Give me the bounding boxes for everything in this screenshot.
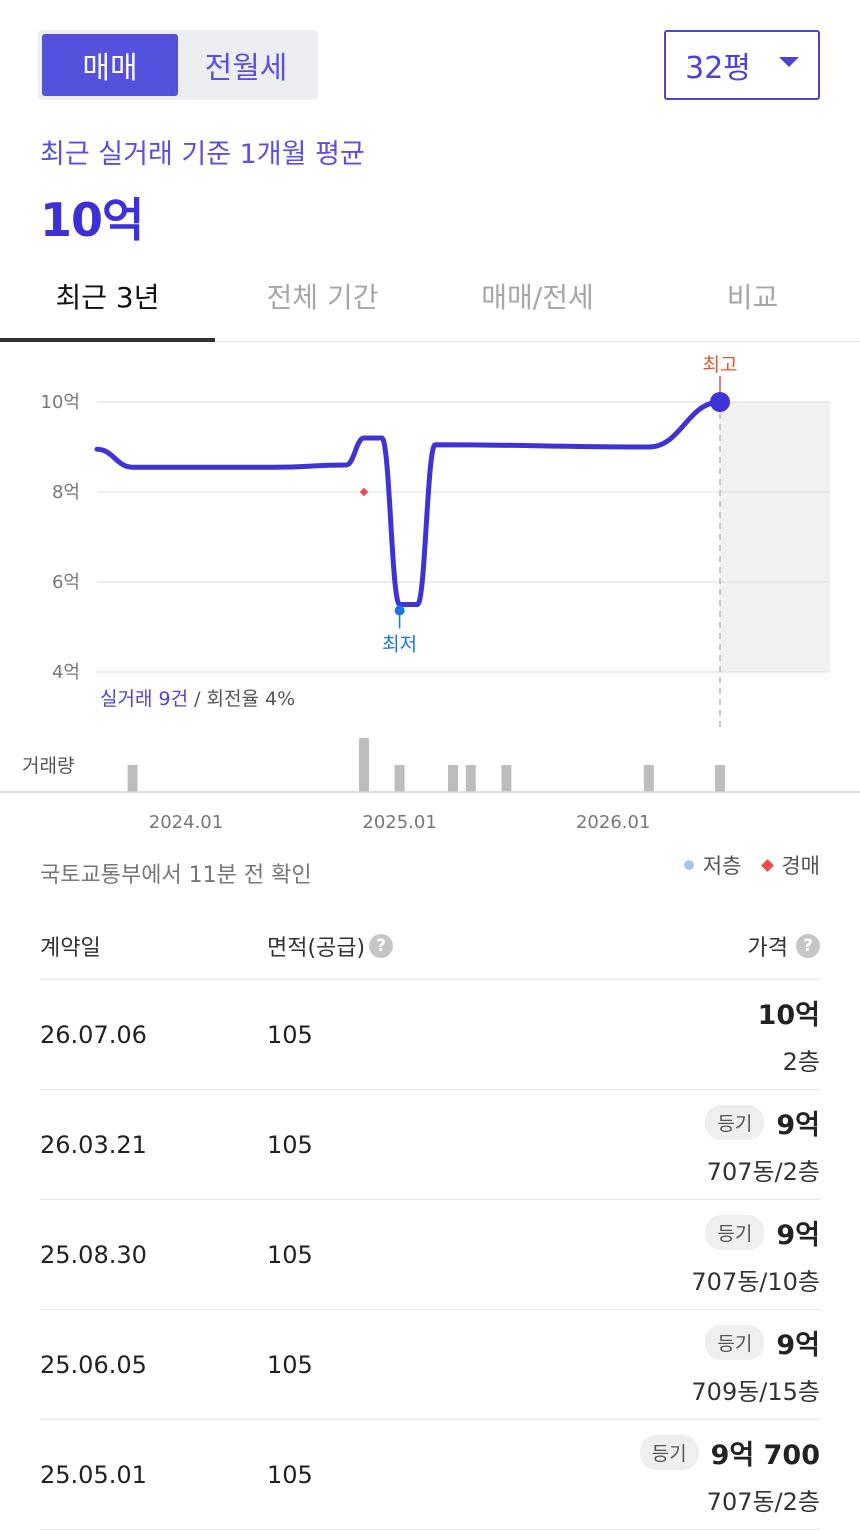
y-tick-label: 4억 <box>52 662 80 683</box>
period-tabs: 최근 3년 전체 기간 매매/전세 비교 <box>0 250 860 342</box>
row-price-line: 등기 9억 <box>705 1103 820 1142</box>
row-floor: 707동/2층 <box>706 1487 820 1516</box>
row-floor: 707동/10층 <box>691 1267 820 1296</box>
trade-count-link[interactable]: 실거래 9건 <box>100 688 188 710</box>
y-tick-label: 6억 <box>52 572 80 593</box>
x-tick-label: 2026.01 <box>576 812 650 833</box>
trade-count-text: 실거래 9건 / 회전율 4% <box>100 688 295 710</box>
row-area: 105 <box>267 1460 313 1489</box>
row-contract-date: 25.08.30 <box>40 1240 147 1269</box>
row-price: 9억 <box>776 1109 820 1141</box>
row-price-cell: 등기 9억 709동/15층 <box>567 1323 820 1407</box>
table-row[interactable]: 25.05.01 105 등기 9억 700 707동/2층 <box>40 1420 820 1530</box>
row-area: 105 <box>267 1130 313 1159</box>
volume-label: 거래량 <box>22 755 74 777</box>
row-price-line: 10억 <box>758 993 820 1032</box>
volume-bar <box>359 738 369 792</box>
row-price: 9억 <box>776 1219 820 1251</box>
tab-sale-jeonse[interactable]: 매매/전세 <box>430 250 645 341</box>
row-price: 9억 700 <box>710 1439 820 1471</box>
price-chart[interactable]: 10억 8억 6억 4억실거래 9건 / 회전율 4% 최저 최고거래량 2024.01 20… <box>0 342 860 840</box>
registered-badge: 등기 <box>705 1214 765 1250</box>
volume-bar <box>643 765 654 792</box>
tab-recent-3-years[interactable]: 최근 3년 <box>0 250 215 342</box>
registered-badge: 등기 <box>705 1324 765 1360</box>
legend-auction-label: 경매 <box>781 854 820 878</box>
row-contract-date: 25.05.01 <box>40 1460 147 1489</box>
average-price-value: 10억 <box>40 193 144 247</box>
header-price: 가격 ? <box>567 930 820 962</box>
row-floor: 2층 <box>782 1047 820 1076</box>
data-source-note: 국토교통부에서 11분 전 확인 <box>40 863 312 888</box>
row-price-cell: 등기 9억 707동/10층 <box>567 1213 820 1297</box>
row-price-cell: 10억 2층 <box>567 993 820 1077</box>
average-price-label: 최근 실거래 기준 1개월 평균 <box>40 139 365 170</box>
area-size-dropdown[interactable]: 32평 <box>664 30 820 100</box>
volume-bar <box>394 765 405 792</box>
area-size-value: 32평 <box>685 51 751 86</box>
registered-badge: 등기 <box>705 1104 765 1140</box>
low-marker <box>394 605 405 616</box>
price-help-icon[interactable]: ? <box>796 933 820 958</box>
row-contract-date: 26.03.21 <box>40 1130 147 1159</box>
tab-compare[interactable]: 비교 <box>645 250 860 341</box>
x-tick-label: 2024.01 <box>149 812 223 833</box>
high-marker <box>710 392 730 412</box>
row-area: 105 <box>267 1350 313 1379</box>
header-contract-date: 계약일 <box>40 935 101 961</box>
auction-diamond-icon <box>761 858 775 872</box>
header-area: 면적(공급) ? <box>267 930 567 962</box>
low-label: 최저 <box>382 634 417 656</box>
price-line <box>94 399 723 607</box>
deal-type-sale-button[interactable]: 매매 <box>42 34 178 96</box>
row-price: 10억 <box>757 999 820 1031</box>
header-area-label: 면적(공급) <box>267 935 366 961</box>
volume-bar <box>501 765 512 792</box>
row-area: 105 <box>267 1240 313 1269</box>
chart-legend: 저층 경매 <box>683 850 820 880</box>
tab-all-period[interactable]: 전체 기간 <box>215 250 430 341</box>
legend-auction: 경매 <box>761 850 820 880</box>
future-band <box>720 402 830 672</box>
row-contract-date: 26.07.06 <box>40 1020 147 1049</box>
legend-low-floor: 저층 <box>683 850 742 880</box>
header-price-label: 가격 <box>747 935 788 961</box>
deal-type-toggle: 매매 전월세 <box>38 30 318 100</box>
row-area: 105 <box>267 1020 313 1049</box>
row-price-line: 등기 9억 <box>705 1323 820 1362</box>
legend-low-floor-label: 저층 <box>702 854 742 878</box>
y-tick-label: 10억 <box>41 392 80 413</box>
table-row[interactable]: 25.08.30 105 등기 9억 707동/10층 <box>40 1200 820 1310</box>
auction-marker <box>359 487 369 497</box>
y-tick-label: 8억 <box>52 482 80 503</box>
caret-down-icon <box>778 57 799 67</box>
low-floor-dot-icon <box>683 860 694 870</box>
table-row[interactable]: 26.03.21 105 등기 9억 707동/2층 <box>40 1090 820 1200</box>
row-price-cell: 등기 9억 707동/2층 <box>567 1103 820 1187</box>
high-label: 최고 <box>703 354 738 376</box>
row-floor: 707동/2층 <box>706 1157 820 1186</box>
volume-bar <box>715 765 725 792</box>
deal-type-rent-button[interactable]: 전월세 <box>178 34 314 96</box>
x-tick-label: 2025.01 <box>362 812 436 833</box>
row-floor: 709동/15층 <box>691 1377 820 1406</box>
table-row[interactable]: 26.07.06 105 10억 2층 <box>40 980 820 1090</box>
volume-bar <box>127 765 138 792</box>
row-price-cell: 등기 9억 700 707동/2층 <box>567 1433 820 1517</box>
row-price: 9억 <box>776 1329 820 1361</box>
row-price-line: 등기 9억 700 <box>639 1433 820 1472</box>
volume-bar <box>465 765 476 792</box>
table-row[interactable]: 25.06.05 105 등기 9억 709동/15층 <box>40 1310 820 1420</box>
transaction-table: 계약일 면적(공급) ? 가격 ? 26.07.06 105 10억 2층 26.03.… <box>40 912 820 1530</box>
registered-badge: 등기 <box>639 1434 699 1470</box>
volume-bar <box>448 765 458 792</box>
turnover-text: / 회전율 4% <box>188 688 295 710</box>
row-contract-date: 25.06.05 <box>40 1350 147 1379</box>
area-help-icon[interactable]: ? <box>369 933 394 958</box>
table-header: 계약일 면적(공급) ? 가격 ? <box>40 912 820 980</box>
row-price-line: 등기 9억 <box>705 1213 820 1252</box>
